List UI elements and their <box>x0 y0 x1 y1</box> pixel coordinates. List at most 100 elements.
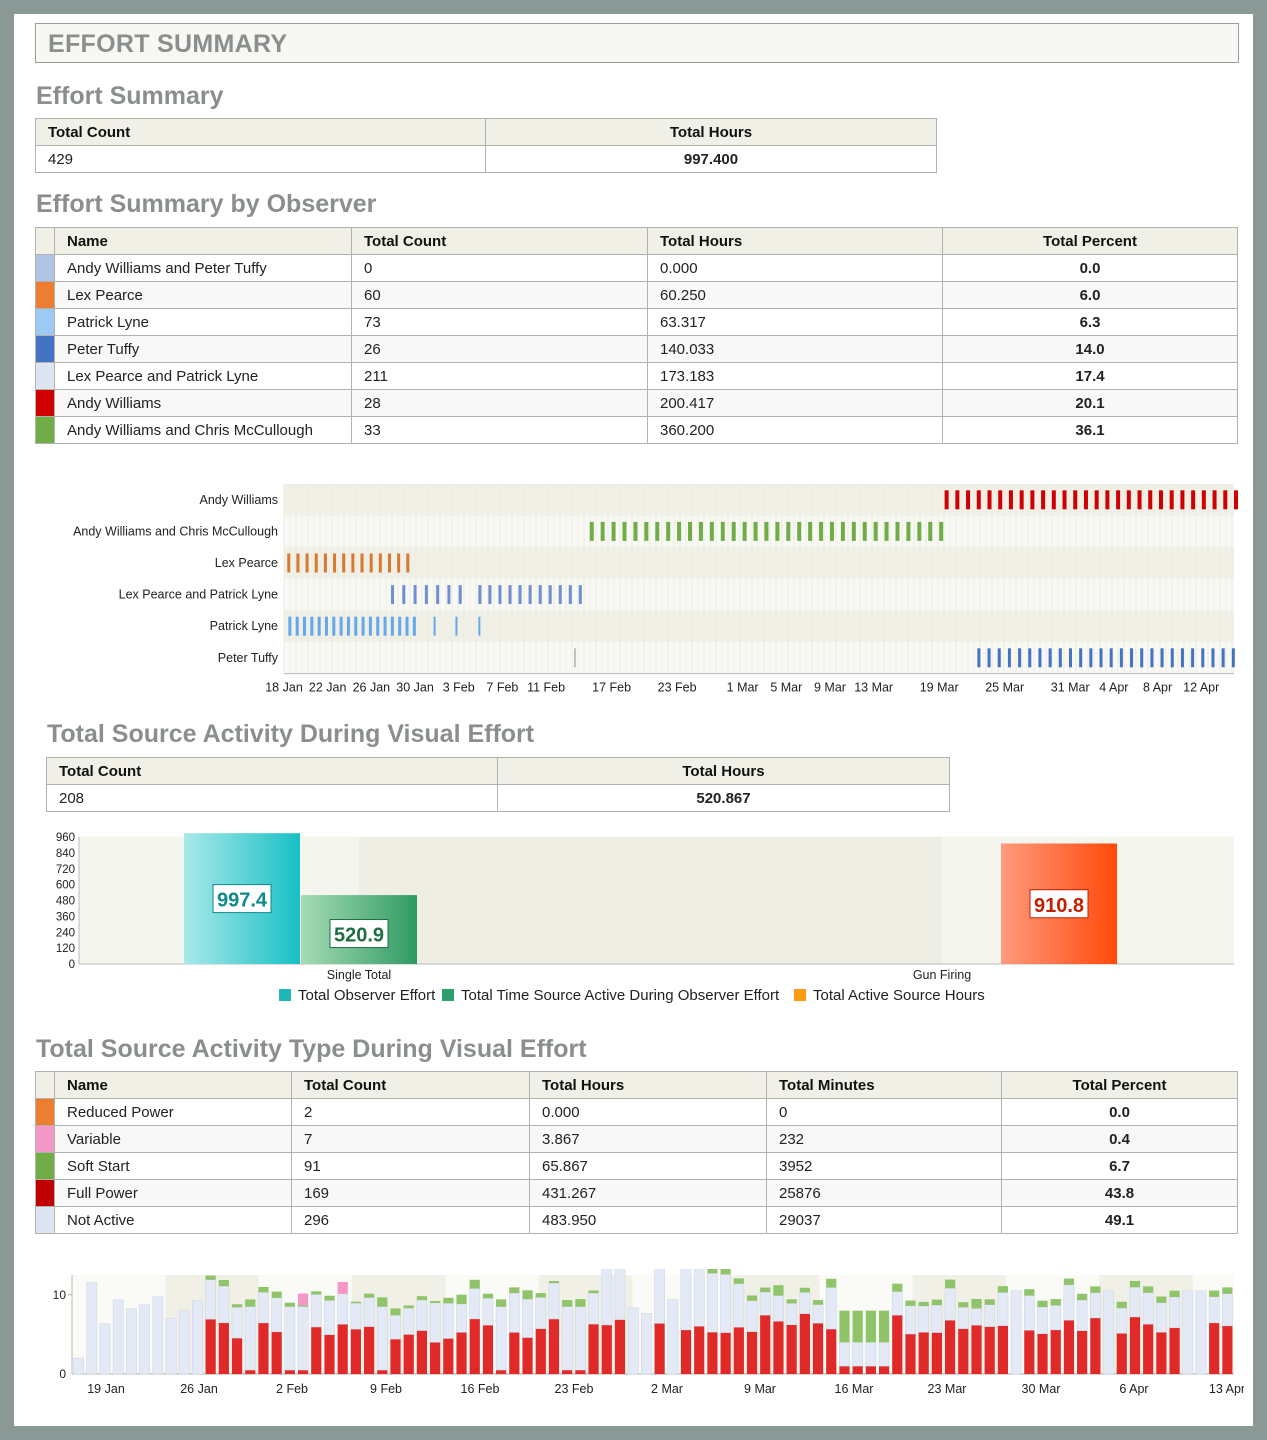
stacked-bar-segment <box>1209 1290 1220 1297</box>
stacked-bar-segment <box>1050 1299 1061 1306</box>
stacked-bar-segment <box>575 1306 586 1371</box>
stacked-bar-segment <box>324 1300 335 1335</box>
table-row: Patrick Lyne 73 63.317 6.3 <box>35 308 1238 336</box>
stacked-bar-segment <box>377 1297 388 1307</box>
timeline-bar <box>1126 490 1131 510</box>
stacked-bar-segment <box>1208 1296 1220 1324</box>
timeline-bar <box>997 648 1001 668</box>
timeline-bar <box>1083 490 1088 510</box>
stacked-bar-segment <box>1169 1296 1180 1329</box>
stacked-bar-segment <box>1129 1316 1141 1374</box>
stacked-bar-segment <box>1156 1302 1167 1333</box>
cell-name: Andy Williams <box>54 389 352 417</box>
stacked-bar-segment <box>1050 1305 1062 1331</box>
x-tick-label: 18 Jan <box>265 681 303 694</box>
stacked-bar-segment <box>258 1322 269 1374</box>
color-swatch <box>35 1206 55 1234</box>
timeline-bar <box>346 616 350 636</box>
data-label: 997.4 <box>217 890 268 912</box>
timeline-bar <box>369 553 373 573</box>
x-tick-label: 16 Mar <box>835 1382 874 1396</box>
x-tick-label: 31 Mar <box>1051 681 1090 694</box>
timeline-bar <box>455 616 458 636</box>
color-swatch <box>35 308 55 336</box>
stacked-bar-segment <box>812 1304 824 1324</box>
stacked-bar-segment <box>1050 1329 1061 1374</box>
timeline-bar <box>478 616 481 636</box>
stacked-bar-segment <box>1090 1286 1101 1293</box>
stacked-bar-segment <box>707 1332 718 1374</box>
stacked-bar-segment <box>1023 1295 1035 1331</box>
y-tick-label: 0 <box>69 959 75 971</box>
x-tick-label: 1 Mar <box>727 681 759 694</box>
report-page: EFFORT SUMMARY Effort Summary Total Coun… <box>14 14 1253 1426</box>
stacked-bar-segment <box>786 1299 797 1304</box>
stacked-bar-segment <box>443 1338 454 1374</box>
timeline-bar <box>1150 648 1154 668</box>
stacked-bar-segment <box>931 1304 943 1333</box>
cell-count: 73 <box>351 308 648 336</box>
stacked-bar-segment <box>825 1287 837 1330</box>
observer-timeline-chart: Andy Williams Andy Williams and Chris McC… <box>73 484 1238 694</box>
timeline-bar <box>611 521 616 541</box>
col-total-hours: Total Hours <box>529 1071 767 1099</box>
x-tick-label: 30 Mar <box>1022 1382 1061 1396</box>
stacked-bar-segment <box>284 1302 295 1307</box>
timeline-bar <box>808 521 813 541</box>
stacked-bar-segment <box>337 1324 348 1374</box>
timeline-bar <box>478 585 482 605</box>
timeline-bar <box>361 616 365 636</box>
stacked-bar-segment <box>773 1321 784 1374</box>
stacked-bar-segment <box>350 1329 361 1374</box>
timeline-bar <box>998 490 1003 510</box>
timeline-bar <box>1221 648 1225 668</box>
stacked-bar-segment <box>680 1329 692 1374</box>
timeline-bar <box>819 521 824 541</box>
stacked-bar-segment <box>614 1269 626 1320</box>
cell-percent: 49.1 <box>1001 1206 1238 1234</box>
table-row: Peter Tuffy 26 140.033 14.0 <box>35 335 1238 363</box>
cell-hours: 173.183 <box>647 362 943 390</box>
stacked-bar-segment <box>746 1295 758 1301</box>
stacked-bar-segment <box>535 1328 546 1374</box>
stacked-bar-segment <box>258 1292 269 1324</box>
activity-type-table: Name Total Count Total Hours Total Minut… <box>35 1071 1238 1234</box>
stacked-bar-segment <box>443 1297 454 1304</box>
stacked-bar-segment <box>364 1293 375 1298</box>
stacked-bar-segment <box>997 1286 1009 1293</box>
timeline-bar <box>498 585 502 605</box>
legend-label: Total Time Source Active During Observer… <box>461 987 780 1004</box>
col-name: Name <box>54 227 352 255</box>
timeline-bar <box>1130 648 1134 668</box>
timeline-bar <box>354 616 358 636</box>
timeline-bar <box>538 585 542 605</box>
cell-hours: 483.950 <box>529 1206 767 1234</box>
stacked-bar-segment <box>1037 1306 1048 1334</box>
timeline-bar <box>436 585 440 605</box>
table-row: Andy Williams and Chris McCullough 33 360.… <box>35 416 1238 444</box>
category-label: Andy Williams and Chris McCullough <box>73 524 278 538</box>
stacked-bar-segment <box>957 1307 969 1329</box>
swatch-header <box>35 1071 55 1099</box>
stacked-bar-segment <box>442 1303 454 1339</box>
timeline-bar <box>873 521 878 541</box>
cell-minutes: 3952 <box>766 1152 1002 1180</box>
stacked-bar-segment <box>1156 1332 1167 1374</box>
stacked-bar-segment <box>1103 1290 1114 1375</box>
timeline-bar <box>775 521 780 541</box>
cell-name: Reduced Power <box>54 1098 292 1126</box>
timeline-bar <box>368 616 372 636</box>
timeline-bar <box>303 616 307 636</box>
stacked-bar-segment <box>1063 1278 1075 1285</box>
y-tick-label: 240 <box>56 927 75 939</box>
table-row: Andy Williams 28 200.417 20.1 <box>35 389 1238 417</box>
stacked-bar-segment <box>231 1307 243 1339</box>
category-label: Gun Firing <box>913 968 971 982</box>
stacked-bar-segment <box>562 1300 573 1307</box>
timeline-bar <box>458 585 462 605</box>
stacked-bar-segment <box>99 1323 111 1375</box>
x-tick-label: 26 Jan <box>353 681 391 694</box>
stacked-bar-segment <box>984 1304 996 1327</box>
stacked-bar-segment <box>218 1322 229 1374</box>
stacked-bar-segment <box>1209 1322 1220 1374</box>
